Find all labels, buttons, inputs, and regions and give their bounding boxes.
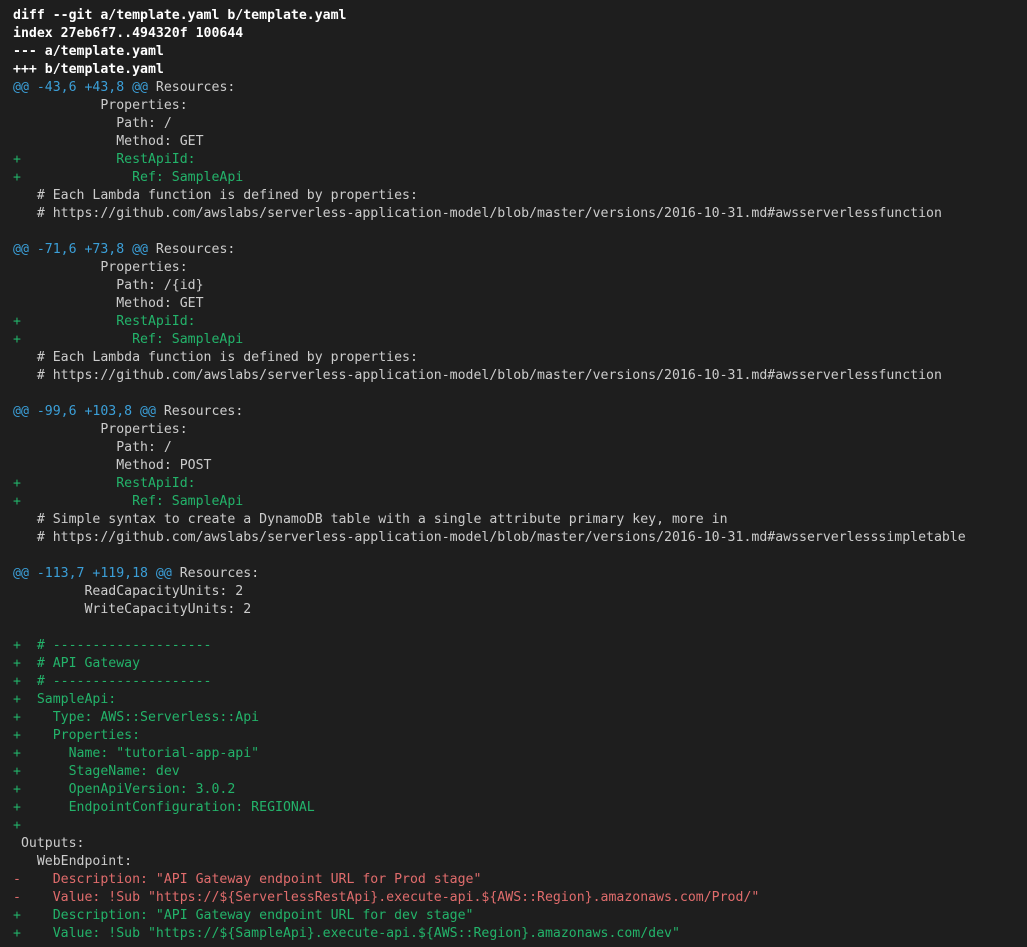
context-line: Method: GET: [13, 134, 204, 149]
added-line: + RestApiId:: [13, 152, 196, 167]
context-line: Properties:: [13, 98, 188, 113]
diff-header-line: --- a/template.yaml: [13, 44, 164, 59]
added-line: + Ref: SampleApi: [13, 170, 244, 185]
added-line: + SampleApi:: [13, 692, 117, 707]
added-line: + RestApiId:: [13, 476, 196, 491]
added-line: + # --------------------: [13, 674, 212, 689]
removed-line: - Description: "API Gateway endpoint URL…: [13, 872, 482, 887]
added-line: + # API Gateway: [13, 656, 141, 671]
context-line: # https://github.com/awslabs/serverless-…: [13, 206, 942, 221]
added-line: + Properties:: [13, 728, 141, 743]
removed-line: - Value: !Sub "https://${ServerlessRestA…: [13, 890, 760, 905]
added-line: + RestApiId:: [13, 314, 196, 329]
context-line: Properties:: [13, 260, 188, 275]
added-line: + Name: "tutorial-app-api": [13, 746, 260, 761]
added-line: +: [13, 818, 21, 833]
diff-header-line: index 27eb6f7..494320f 100644: [13, 26, 244, 41]
added-line: + Ref: SampleApi: [13, 494, 244, 509]
hunk-context: Resources:: [147, 242, 236, 257]
hunk-range: @@ -99,6 +103,8 @@: [13, 404, 156, 419]
hunk-range: @@ -113,7 +119,18 @@: [13, 566, 172, 581]
hunk-header-line: @@ -99,6 +103,8 @@ Resources:: [13, 403, 1027, 421]
context-line: # Each Lambda function is defined by pro…: [13, 188, 418, 203]
hunk-context: Resources:: [155, 404, 244, 419]
hunk-range: @@ -71,6 +73,8 @@: [13, 242, 148, 257]
context-line: # https://github.com/awslabs/serverless-…: [13, 368, 942, 383]
context-line: Path: /{id}: [13, 278, 204, 293]
added-line: + StageName: dev: [13, 764, 180, 779]
context-line: # Each Lambda function is defined by pro…: [13, 350, 418, 365]
context-line: Method: POST: [13, 458, 212, 473]
context-line: Path: /: [13, 440, 172, 455]
context-line: Method: GET: [13, 296, 204, 311]
context-line: Path: /: [13, 116, 172, 131]
context-line: Outputs:: [13, 836, 85, 851]
context-line: Properties:: [13, 422, 188, 437]
hunk-context: Resources:: [171, 566, 260, 581]
added-line: + Value: !Sub "https://${SampleApi}.exec…: [13, 926, 680, 941]
added-line: + Type: AWS::Serverless::Api: [13, 710, 260, 725]
hunk-range: @@ -43,6 +43,8 @@: [13, 80, 148, 95]
diff-header-line: diff --git a/template.yaml b/template.ya…: [13, 8, 347, 23]
hunk-header-line: @@ -71,6 +73,8 @@ Resources:: [13, 241, 1027, 259]
context-line: # https://github.com/awslabs/serverless-…: [13, 530, 966, 545]
hunk-header-line: @@ -43,6 +43,8 @@ Resources:: [13, 79, 1027, 97]
context-line: # Simple syntax to create a DynamoDB tab…: [13, 512, 728, 527]
context-line: WriteCapacityUnits: 2: [13, 602, 252, 617]
added-line: + Description: "API Gateway endpoint URL…: [13, 908, 474, 923]
hunk-header-line: @@ -113,7 +119,18 @@ Resources:: [13, 565, 1027, 583]
added-line: + Ref: SampleApi: [13, 332, 244, 347]
added-line: + # --------------------: [13, 638, 212, 653]
hunk-context: Resources:: [147, 80, 236, 95]
context-line: ReadCapacityUnits: 2: [13, 584, 244, 599]
diff-header-line: +++ b/template.yaml: [13, 62, 164, 77]
context-line: WebEndpoint:: [13, 854, 133, 869]
diff-output: diff --git a/template.yaml b/template.ya…: [13, 7, 1027, 943]
added-line: + EndpointConfiguration: REGIONAL: [13, 800, 315, 815]
added-line: + OpenApiVersion: 3.0.2: [13, 782, 236, 797]
